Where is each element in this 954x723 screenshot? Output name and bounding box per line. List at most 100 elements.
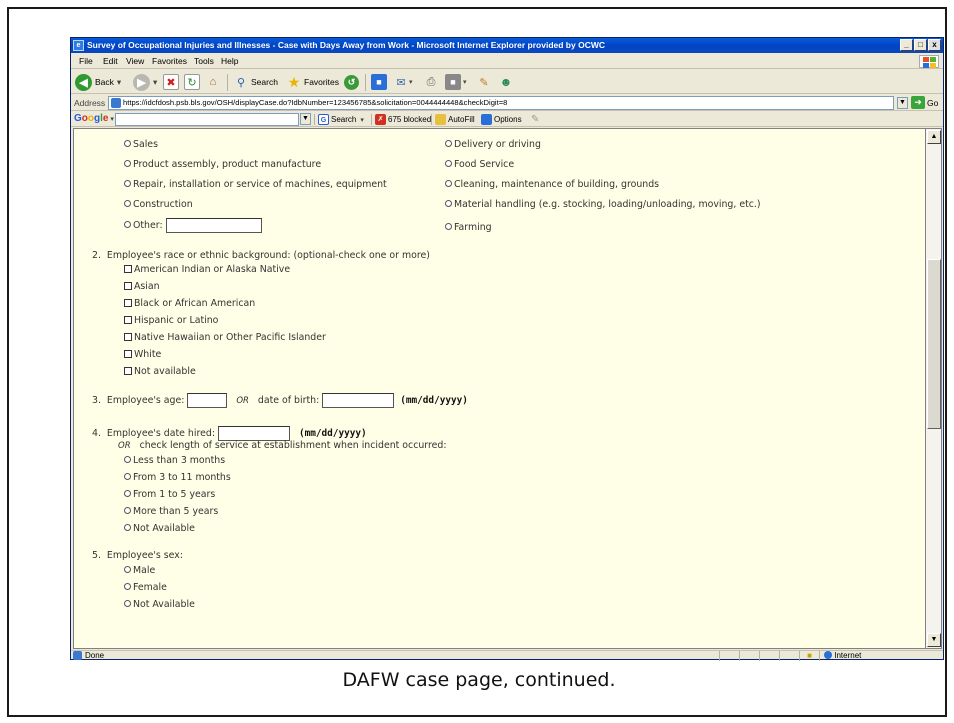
forward-dropdown-icon[interactable]: ▾ bbox=[153, 77, 157, 88]
occupation-option-sales[interactable]: Sales bbox=[124, 139, 158, 150]
service-option-more-5-years[interactable]: More than 5 years bbox=[124, 506, 218, 517]
option-label: Other: bbox=[133, 220, 163, 231]
google-search-input[interactable] bbox=[115, 113, 299, 126]
race-option-not-available[interactable]: Not available bbox=[124, 366, 196, 377]
zone-label: Internet bbox=[834, 651, 862, 660]
occupation-option-farming[interactable]: Farming bbox=[445, 222, 492, 233]
address-input[interactable]: https://idcfdosh.psb.bls.gov/OSH/display… bbox=[108, 96, 894, 110]
radio-icon bbox=[445, 200, 452, 207]
history-button[interactable]: ↺ bbox=[344, 73, 359, 91]
race-option-white[interactable]: White bbox=[124, 349, 161, 360]
home-button[interactable]: ⌂ bbox=[205, 73, 221, 91]
option-label: More than 5 years bbox=[133, 506, 219, 517]
status-text: Done bbox=[85, 651, 105, 660]
age-input[interactable] bbox=[187, 393, 228, 408]
menu-edit[interactable]: Edit bbox=[103, 56, 118, 66]
discuss-button[interactable]: ✎ bbox=[476, 73, 492, 91]
edit-button[interactable]: ■ ▾ bbox=[445, 73, 467, 91]
race-option-native-hawaiian[interactable]: Native Hawaiian or Other Pacific Islande… bbox=[124, 332, 326, 343]
close-button[interactable]: x bbox=[928, 39, 941, 51]
discuss-icon: ✎ bbox=[479, 76, 489, 89]
menu-view[interactable]: View bbox=[126, 56, 144, 66]
scroll-down-icon[interactable]: ▼ bbox=[927, 633, 941, 647]
popup-blocker-button[interactable]: ✗ 675 blocked bbox=[375, 113, 431, 126]
google-g-icon: G bbox=[318, 114, 329, 125]
occupation-option-repair[interactable]: Repair, installation or service of machi… bbox=[124, 179, 387, 190]
messenger-button[interactable]: ☻ bbox=[498, 73, 514, 91]
mail-dropdown-icon[interactable]: ▾ bbox=[409, 78, 413, 86]
window-title: Survey of Occupational Injuries and Illn… bbox=[87, 40, 605, 50]
favorites-button[interactable]: ★ Favorites bbox=[286, 73, 339, 91]
occupation-option-construction[interactable]: Construction bbox=[124, 199, 193, 210]
option-label: Not Available bbox=[133, 599, 195, 610]
minimize-button[interactable]: _ bbox=[900, 39, 913, 51]
back-dropdown-icon[interactable]: ▾ bbox=[117, 77, 121, 88]
scrollbar-thumb[interactable] bbox=[927, 259, 941, 429]
address-url: https://idcfdosh.psb.bls.gov/OSH/display… bbox=[123, 98, 508, 107]
autofill-button[interactable]: AutoFill bbox=[435, 113, 475, 126]
options-icon bbox=[481, 114, 492, 125]
media-button[interactable]: ■ bbox=[371, 73, 387, 91]
mail-button[interactable]: ✉ ▾ bbox=[393, 73, 413, 91]
question-age: 3. Employee's age: OR date of birth: (mm… bbox=[92, 393, 468, 408]
occupation-option-cleaning[interactable]: Cleaning, maintenance of building, groun… bbox=[445, 179, 659, 190]
scroll-up-icon[interactable]: ▲ bbox=[927, 130, 941, 144]
race-option-american-indian[interactable]: American Indian or Alaska Native bbox=[124, 264, 290, 275]
sex-option-male[interactable]: Male bbox=[124, 565, 155, 576]
google-logo[interactable]: Google ▾ bbox=[74, 113, 114, 124]
menu-tools[interactable]: Tools bbox=[194, 56, 214, 66]
sex-option-not-available[interactable]: Not Available bbox=[124, 599, 195, 610]
service-option-less-3-months[interactable]: Less than 3 months bbox=[124, 455, 225, 466]
option-label: Repair, installation or service of machi… bbox=[133, 179, 387, 190]
pencil-icon[interactable]: ✎ bbox=[531, 113, 539, 126]
menu-favorites[interactable]: Favorites bbox=[152, 56, 187, 66]
service-option-3-11-months[interactable]: From 3 to 11 months bbox=[124, 472, 231, 483]
occupation-option-material-handling[interactable]: Material handling (e.g. stocking, loadin… bbox=[445, 199, 761, 210]
options-button[interactable]: Options bbox=[481, 113, 522, 126]
service-option-not-available[interactable]: Not Available bbox=[124, 523, 195, 534]
back-button[interactable]: ◀ Back ▾ bbox=[75, 73, 121, 91]
address-bar: Address https://idcfdosh.psb.bls.gov/OSH… bbox=[71, 95, 943, 111]
option-label: From 1 to 5 years bbox=[133, 489, 216, 500]
menu-help[interactable]: Help bbox=[221, 56, 238, 66]
search-button[interactable]: ⚲ Search bbox=[233, 73, 278, 91]
refresh-button[interactable]: ↻ bbox=[184, 73, 200, 91]
address-dropdown-icon[interactable]: ▼ bbox=[897, 97, 908, 109]
service-option-1-5-years[interactable]: From 1 to 5 years bbox=[124, 489, 215, 500]
race-option-black[interactable]: Black or African American bbox=[124, 298, 255, 309]
status-pane bbox=[739, 651, 759, 661]
date-of-birth-input[interactable] bbox=[322, 393, 395, 408]
option-label: Material handling (e.g. stocking, loadin… bbox=[454, 199, 761, 210]
option-label: Delivery or driving bbox=[454, 139, 541, 150]
menu-file[interactable]: File bbox=[79, 56, 93, 66]
star-icon: ★ bbox=[287, 73, 301, 90]
stop-button[interactable]: ✖ bbox=[163, 73, 179, 91]
google-search-menu-icon[interactable]: ▾ bbox=[360, 116, 364, 124]
vertical-scrollbar[interactable]: ▲ ▼ bbox=[926, 128, 942, 649]
race-option-hispanic[interactable]: Hispanic or Latino bbox=[124, 315, 218, 326]
google-search-button[interactable]: G Search ▾ bbox=[318, 113, 364, 126]
google-search-dropdown-icon[interactable]: ▼ bbox=[300, 113, 311, 125]
radio-icon bbox=[124, 473, 131, 480]
sex-option-female[interactable]: Female bbox=[124, 582, 167, 593]
mail-icon: ✉ bbox=[396, 76, 406, 89]
option-label: Hispanic or Latino bbox=[134, 315, 219, 326]
history-icon: ↺ bbox=[344, 74, 359, 90]
race-option-asian[interactable]: Asian bbox=[124, 281, 160, 292]
other-occupation-input[interactable] bbox=[165, 218, 262, 233]
date-hired-input[interactable] bbox=[217, 426, 290, 441]
occupation-option-assembly[interactable]: Product assembly, product manufacture bbox=[124, 159, 321, 170]
occupation-option-food-service[interactable]: Food Service bbox=[445, 159, 514, 170]
radio-icon bbox=[124, 160, 131, 167]
print-button[interactable]: ⎙ bbox=[423, 73, 439, 91]
maximize-button[interactable]: □ bbox=[914, 39, 927, 51]
option-label: From 3 to 11 months bbox=[133, 472, 231, 483]
occupation-option-delivery[interactable]: Delivery or driving bbox=[445, 139, 541, 150]
go-button[interactable]: ➜ Go bbox=[911, 96, 938, 109]
forward-button[interactable]: ▶ ▾ bbox=[133, 73, 157, 91]
checkbox-icon bbox=[124, 333, 132, 341]
occupation-option-other[interactable]: Other: bbox=[124, 218, 262, 233]
edit-dropdown-icon[interactable]: ▾ bbox=[463, 78, 467, 86]
globe-icon bbox=[824, 651, 832, 659]
radio-icon bbox=[124, 490, 131, 497]
